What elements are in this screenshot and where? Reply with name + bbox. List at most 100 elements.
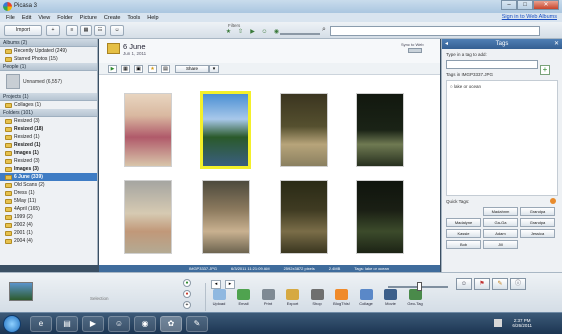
star-filter-icon[interactable]: ★ xyxy=(225,29,232,36)
sync-toggle[interactable] xyxy=(408,48,422,53)
add-tag-button[interactable]: + xyxy=(540,65,550,75)
upload-filter-icon[interactable]: ⇧ xyxy=(237,29,244,36)
media-player-taskbar-icon[interactable]: ▶ xyxy=(82,316,104,332)
filter-slider[interactable] xyxy=(280,33,320,35)
folder-item[interactable]: Resized (3) xyxy=(0,157,97,165)
movie-button[interactable]: ▣ xyxy=(134,65,143,73)
geotag-button[interactable]: Geo-Tag xyxy=(404,289,426,311)
tree-view-button[interactable]: ☷ xyxy=(94,25,106,36)
folders-header[interactable]: Folders (101) xyxy=(0,109,97,117)
tray-thumbnail[interactable] xyxy=(9,282,33,301)
search-input[interactable] xyxy=(330,26,540,36)
quick-tag-button[interactable]: Kassie xyxy=(446,229,481,238)
photo-thumbnail[interactable] xyxy=(356,180,404,254)
folder-item[interactable]: 5May (11) xyxy=(0,197,97,205)
tags-mode-button[interactable]: ✎ xyxy=(492,278,508,290)
minimize-button[interactable]: – xyxy=(501,0,517,10)
geotag-filter-icon[interactable]: ◉ xyxy=(273,29,280,36)
share-button[interactable]: Share xyxy=(175,65,209,73)
album-item[interactable]: Recently Updated (249) xyxy=(0,47,97,55)
folder-item[interactable]: 2004 (4) xyxy=(0,237,97,245)
grid-view-button[interactable]: ▦ xyxy=(80,25,92,36)
ie-taskbar-icon[interactable]: e xyxy=(30,316,52,332)
explorer-taskbar-icon[interactable]: ▤ xyxy=(56,316,78,332)
save-button[interactable]: ▤ xyxy=(161,65,170,73)
project-item[interactable]: Collages (1) xyxy=(0,101,97,109)
folder-item[interactable]: Resized (18) xyxy=(0,125,97,133)
projects-header[interactable]: Projects (1) xyxy=(0,93,97,101)
tag-item[interactable]: ○ lake or ocean xyxy=(450,84,554,89)
add-to-tray-button[interactable]: + xyxy=(183,301,191,309)
folder-item[interactable]: Resized (3) xyxy=(0,117,97,125)
album-item[interactable]: Starred Photos (15) xyxy=(0,55,97,63)
folder-item[interactable]: Resized (1) xyxy=(0,133,97,141)
print-button[interactable]: Print xyxy=(257,289,279,311)
sign-in-link[interactable]: Sign in to Web Albums xyxy=(502,14,557,20)
places-mode-button[interactable]: ⚑ xyxy=(474,278,490,290)
messenger-taskbar-icon[interactable]: ☺ xyxy=(108,316,130,332)
collage-button[interactable]: ▦ xyxy=(121,65,130,73)
close-icon[interactable]: ✕ xyxy=(554,39,559,49)
start-button[interactable] xyxy=(3,315,21,333)
quick-tag-button[interactable]: Bob xyxy=(446,240,481,249)
photo-thumbnail[interactable] xyxy=(356,93,404,167)
collapse-arrow-icon[interactable]: ◂ xyxy=(445,39,448,49)
quick-tag-button[interactable]: Madalyne xyxy=(446,218,481,227)
quick-tag-button[interactable]: Ga-Ga xyxy=(483,218,518,227)
folder-item[interactable]: Images (1) xyxy=(0,149,97,157)
maximize-button[interactable]: □ xyxy=(517,0,533,10)
folder-item[interactable]: Resized (1) xyxy=(0,141,97,149)
folder-item-selected[interactable]: 6 June (339) xyxy=(0,173,97,181)
folder-item[interactable]: 2002 (4) xyxy=(0,221,97,229)
photo-thumbnail[interactable] xyxy=(280,93,328,167)
menu-edit[interactable]: Edit xyxy=(22,15,31,21)
photo-thumbnail[interactable] xyxy=(124,93,172,167)
albums-header[interactable]: Albums (2) xyxy=(0,39,97,47)
menu-picture[interactable]: Picture xyxy=(80,15,97,21)
quick-tag-button[interactable]: Jill xyxy=(483,240,518,249)
share-dropdown[interactable]: ▾ xyxy=(209,65,219,73)
menu-folder[interactable]: Folder xyxy=(57,15,73,21)
people-mode-button[interactable]: ☺ xyxy=(456,278,472,290)
zoom-slider-handle[interactable] xyxy=(417,282,422,291)
people-item[interactable]: Unnamed (6,557) xyxy=(0,71,97,93)
export-button[interactable]: Export xyxy=(282,289,304,311)
folder-item[interactable]: 2001 (1) xyxy=(0,229,97,237)
tray-next-button[interactable]: ▸ xyxy=(225,280,235,289)
collage-button[interactable]: Collage xyxy=(355,289,377,311)
action-center-icon[interactable] xyxy=(494,319,502,327)
new-album-button[interactable]: + xyxy=(46,25,60,36)
folder-item[interactable]: 4April (165) xyxy=(0,205,97,213)
email-button[interactable]: Email xyxy=(233,289,255,311)
tag-input[interactable] xyxy=(446,60,538,69)
menu-view[interactable]: View xyxy=(38,15,50,21)
photo-thumbnail[interactable] xyxy=(124,180,172,254)
star-button[interactable]: ★ xyxy=(148,65,157,73)
folder-item[interactable]: Images (3) xyxy=(0,165,97,173)
photo-thumbnail[interactable] xyxy=(280,180,328,254)
blogthis-button[interactable]: BlogThis! xyxy=(331,289,353,311)
list-view-button[interactable]: ≡ xyxy=(66,25,78,36)
face-filter-icon[interactable]: ☺ xyxy=(261,29,268,36)
shop-button[interactable]: Shop xyxy=(306,289,328,311)
info-mode-button[interactable]: ⓘ xyxy=(510,278,526,290)
menu-tools[interactable]: Tools xyxy=(127,15,140,21)
firefox-taskbar-icon[interactable]: ◉ xyxy=(134,316,156,332)
picasa-taskbar-icon[interactable]: ✿ xyxy=(160,316,182,332)
quick-tag-button[interactable]: Adam xyxy=(483,229,518,238)
menu-file[interactable]: File xyxy=(6,15,15,21)
hold-button[interactable]: ● xyxy=(183,279,191,287)
upload-button[interactable]: Upload xyxy=(208,289,230,311)
people-button[interactable]: ☺ xyxy=(110,25,124,36)
photo-thumbnail-selected[interactable] xyxy=(200,91,251,169)
folder-item[interactable]: 1999 (2) xyxy=(0,213,97,221)
menu-create[interactable]: Create xyxy=(104,15,121,21)
quick-tag-button[interactable]: Grandpa xyxy=(520,218,555,227)
movie-filter-icon[interactable]: ▶ xyxy=(249,29,256,36)
movie-button[interactable]: Movie xyxy=(380,289,402,311)
quick-tag-button[interactable]: Grandpa xyxy=(520,207,555,216)
quick-tag-button[interactable]: Madahnm xyxy=(483,207,518,216)
people-header[interactable]: People (1) xyxy=(0,63,97,71)
play-slideshow-button[interactable]: ▶ xyxy=(108,65,117,73)
menu-help[interactable]: Help xyxy=(147,15,158,21)
